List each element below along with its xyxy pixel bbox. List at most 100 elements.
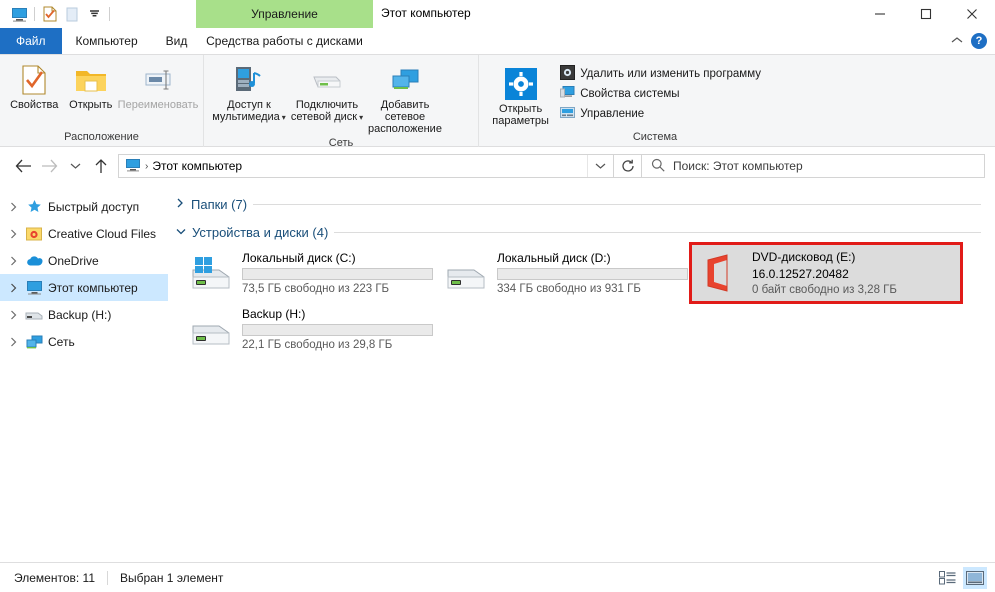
media-server-icon xyxy=(233,63,265,97)
title-bar: Управление Этот компьютер xyxy=(0,0,995,28)
section-folders[interactable]: Папки (7) xyxy=(176,193,981,215)
chevron-right-icon-2[interactable] xyxy=(6,229,20,239)
chevron-down-icon[interactable]: ▾ xyxy=(282,113,286,122)
drive-tile-e-dvd[interactable]: DVD-дисковод (E:) 16.0.12527.20482 0 бай… xyxy=(689,242,963,304)
properties-icon xyxy=(21,63,47,97)
search-input[interactable]: Поиск: Этот компьютер xyxy=(673,159,803,173)
sidebar-item-creative-cloud[interactable]: Creative Cloud Files xyxy=(0,220,168,247)
section-collapse-chevron-folders[interactable] xyxy=(176,197,185,211)
uninstall-program-icon xyxy=(560,65,576,83)
uninstall-program-label: Удалить или изменить программу xyxy=(580,68,761,80)
refresh-button[interactable] xyxy=(614,154,642,178)
details-view-button[interactable] xyxy=(935,567,959,589)
media-server-label: Доступ к мультимедиа ▾ xyxy=(212,99,286,124)
sidebar-item-backup-h[interactable]: Backup (H:) xyxy=(0,301,168,328)
tab-drive-tools-wrap[interactable]: Средства работы с дисками xyxy=(196,28,373,54)
chevron-down-icon-2[interactable]: ▾ xyxy=(359,113,363,122)
chevron-right-icon-3[interactable] xyxy=(6,256,20,266)
breadcrumb-icon-this-pc[interactable] xyxy=(125,158,141,175)
tab-view[interactable]: Вид xyxy=(152,28,202,54)
drive-free-d: 334 ГБ свободно из 931 ГБ xyxy=(497,283,641,295)
up-button[interactable] xyxy=(88,153,114,179)
section-title-folders: Папки (7) xyxy=(191,196,248,212)
media-server-button[interactable]: Доступ к мультимедиа ▾ xyxy=(210,61,288,126)
section-devices[interactable]: Устройства и диски (4) xyxy=(176,221,981,243)
system-small-buttons: Удалить или изменить программу Свойства … xyxy=(556,61,765,124)
onedrive-cloud-icon xyxy=(25,255,43,267)
ribbon-group-location-label: Расположение xyxy=(64,131,139,143)
computer-management-button[interactable]: Управление xyxy=(556,104,765,124)
properties-label: Свойства xyxy=(10,99,59,111)
contextual-tab-group-header: Управление xyxy=(196,0,373,28)
search-box[interactable]: Поиск: Этот компьютер xyxy=(642,154,985,178)
ribbon-tabs: Файл Компьютер Вид Средства работы с дис… xyxy=(0,28,995,54)
sidebar-item-onedrive[interactable]: OneDrive xyxy=(0,247,168,274)
section-divider-folders xyxy=(253,203,981,205)
uninstall-program-button[interactable]: Удалить или изменить программу xyxy=(556,64,765,84)
this-pc-icon[interactable] xyxy=(8,3,30,25)
sidebar-label-quick-access: Быстрый доступ xyxy=(48,199,140,214)
tab-drive-tools: Средства работы с дисками xyxy=(206,34,363,48)
search-icon xyxy=(651,158,665,175)
close-button[interactable] xyxy=(949,0,995,28)
file-list-pane: Папки (7) Устройства и диски (4) Локальн… xyxy=(168,185,995,562)
drive-info-c: Локальный диск (C:) 73,5 ГБ свободно из … xyxy=(242,251,433,295)
recent-locations-button[interactable] xyxy=(62,153,88,179)
status-selection: Выбран 1 элемент xyxy=(120,570,224,585)
address-bar: › Этот компьютер Поиск: Этот компьютер xyxy=(0,147,995,185)
drive-free-e: 0 байт свободно из 3,28 ГБ xyxy=(752,284,897,296)
add-network-location-label: Добавить сетевое расположение xyxy=(368,99,442,135)
tab-file[interactable]: Файл xyxy=(0,28,62,54)
address-dropdown-button[interactable] xyxy=(587,155,613,177)
chevron-right-icon-6[interactable] xyxy=(6,337,20,347)
window-controls xyxy=(857,0,995,28)
sidebar-item-this-pc[interactable]: Этот компьютер xyxy=(0,274,168,301)
system-properties-button[interactable]: Свойства системы xyxy=(556,84,765,104)
ribbon-group-system-label: Система xyxy=(632,131,678,143)
drive-info-d: Локальный диск (D:) 334 ГБ свободно из 9… xyxy=(497,251,688,295)
system-properties-label: Свойства системы xyxy=(580,88,680,100)
hard-drive-icon-sidebar xyxy=(25,309,43,320)
map-network-drive-button[interactable]: Подключить сетевой диск ▾ xyxy=(288,61,366,126)
sidebar-item-quick-access[interactable]: Быстрый доступ xyxy=(0,193,168,220)
properties-button[interactable]: Свойства xyxy=(6,61,63,113)
chevron-right-icon[interactable] xyxy=(6,202,20,212)
open-label: Открыть xyxy=(69,99,113,111)
collapse-ribbon-icon[interactable] xyxy=(951,34,963,48)
back-button[interactable] xyxy=(10,153,36,179)
address-input[interactable]: › Этот компьютер xyxy=(118,154,614,178)
breadcrumb-item-this-pc[interactable]: Этот компьютер xyxy=(152,159,242,173)
status-separator xyxy=(107,570,108,585)
drive-tile-d[interactable]: Локальный диск (D:) 334 ГБ свободно из 9… xyxy=(437,245,692,301)
system-properties-icon xyxy=(560,85,575,103)
windows-drive-icon xyxy=(186,250,236,296)
open-settings-button[interactable]: Открыть параметры xyxy=(485,61,556,129)
main-body: Быстрый доступ Creative Cloud Files OneD… xyxy=(0,185,995,562)
minimize-button[interactable] xyxy=(857,0,903,28)
sidebar-label-this-pc: Этот компьютер xyxy=(48,280,138,295)
open-button[interactable]: Открыть xyxy=(63,61,120,113)
large-icons-view-button[interactable] xyxy=(963,566,987,589)
explorer-window: Управление Этот компьютер Файл Компьютер… xyxy=(0,0,995,592)
add-network-location-button[interactable]: Добавить сетевое расположение xyxy=(366,61,444,137)
status-item-count: Элементов: 11 xyxy=(14,570,95,585)
chevron-right-icon-5[interactable] xyxy=(6,310,20,320)
customize-dropdown-icon[interactable] xyxy=(83,3,105,25)
maximize-button[interactable] xyxy=(903,0,949,28)
quick-access-toolbar xyxy=(0,0,114,28)
window-title: Этот компьютер xyxy=(381,6,471,20)
tab-computer[interactable]: Компьютер xyxy=(61,28,152,54)
this-pc-icon-sidebar xyxy=(25,280,43,295)
help-icon[interactable]: ? xyxy=(971,33,987,49)
section-collapse-chevron-devices[interactable] xyxy=(176,225,186,239)
drive-usage-bar-c xyxy=(242,268,433,280)
drive-name-d: Локальный диск (D:) xyxy=(497,251,611,265)
properties-icon[interactable] xyxy=(39,3,61,25)
drive-tile-c[interactable]: Локальный диск (C:) 73,5 ГБ свободно из … xyxy=(182,245,437,301)
new-folder-icon[interactable] xyxy=(61,3,83,25)
sidebar-item-network[interactable]: Сеть xyxy=(0,328,168,355)
creative-cloud-icon xyxy=(25,227,43,241)
drive-tile-h[interactable]: Backup (H:) 22,1 ГБ свободно из 29,8 ГБ xyxy=(182,301,437,357)
chevron-right-icon-4[interactable] xyxy=(6,283,20,293)
navigation-pane: Быстрый доступ Creative Cloud Files OneD… xyxy=(0,185,168,562)
